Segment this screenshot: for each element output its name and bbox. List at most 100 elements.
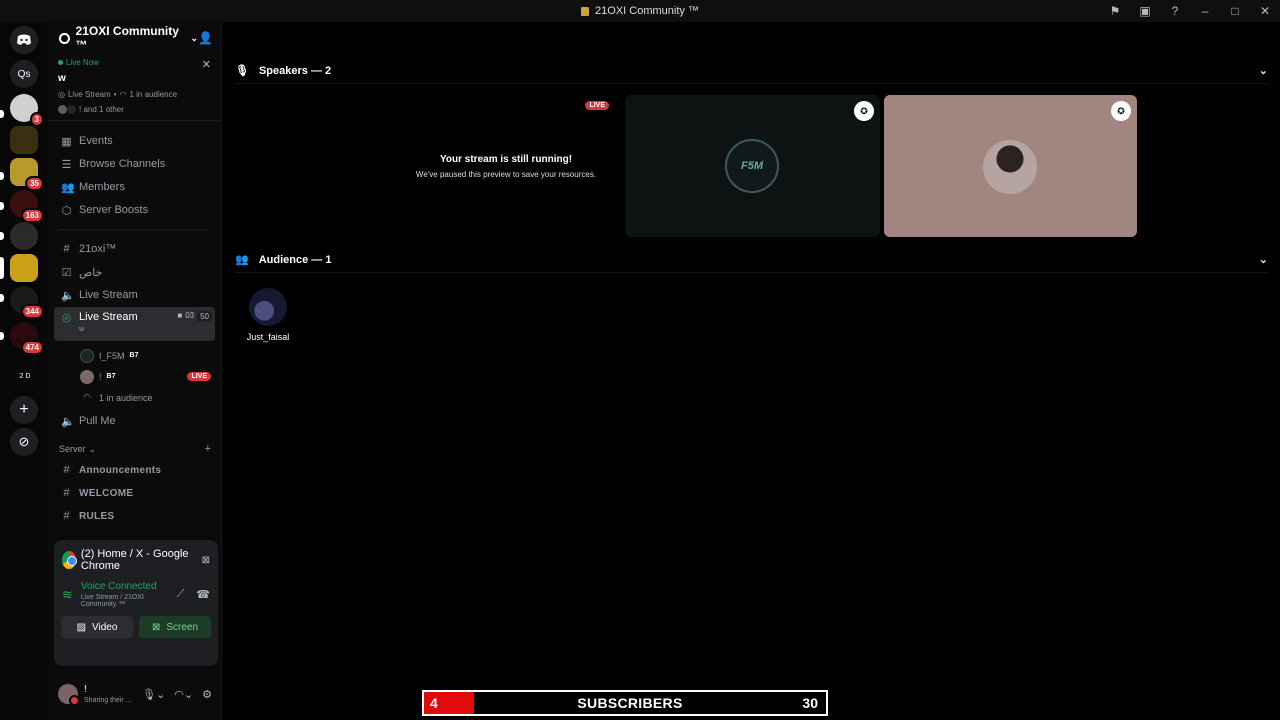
guild-icon[interactable]: Qs <box>10 60 38 88</box>
mention-badge: 3 <box>29 112 44 127</box>
unread-pill <box>0 294 4 302</box>
stage-title: w <box>58 73 66 84</box>
unread-pill <box>0 332 4 340</box>
unread-pill <box>0 110 4 118</box>
live-now-banner[interactable]: Live Now ✕ w ◎ Live Stream • ◠ 1 in audi… <box>48 54 221 121</box>
guild-icon[interactable]: 344 <box>10 286 44 319</box>
live-dot-icon <box>58 60 63 65</box>
live-badge: LIVE <box>585 101 609 110</box>
noise-suppression-icon[interactable]: ⟋ <box>177 588 185 601</box>
avatar[interactable] <box>58 684 80 706</box>
guild-icon[interactable] <box>10 126 38 154</box>
server-header[interactable]: 21OXI Community ™ ⌄ 👤 <box>48 22 221 54</box>
audience-member[interactable]: Just_faisal <box>247 288 289 342</box>
avatar <box>67 105 76 114</box>
avatar <box>58 105 67 114</box>
mention-badge: 474 <box>20 340 44 355</box>
guild-icon[interactable]: 474 <box>10 322 44 355</box>
avatar: F5M <box>725 139 779 193</box>
user-tag: B7 <box>129 352 139 359</box>
help-icon[interactable]: ? <box>1160 4 1190 18</box>
voice-user[interactable]: I_F5M B7 <box>54 345 215 366</box>
server-list: Qs 3 35 163 344 474 2 D + ⊘ <box>0 22 48 720</box>
minimize-button[interactable]: – <box>1190 4 1220 18</box>
hash-icon: # <box>63 510 70 522</box>
guild-icon[interactable] <box>10 254 38 282</box>
close-button[interactable]: ✕ <box>1250 4 1280 18</box>
speaker-tile[interactable]: ✪ <box>884 95 1137 237</box>
paused-stream-tile[interactable]: LIVE Your stream is still running! We've… <box>391 95 621 237</box>
screen-share-button[interactable]: ⊠ Screen <box>139 616 211 638</box>
user-tag: B7 <box>106 373 116 380</box>
speakers-header[interactable]: 🎙 Speakers — 2 ⌄ <box>235 58 1268 84</box>
create-channel-icon[interactable]: + <box>205 443 211 455</box>
channel-private[interactable]: ☑ خاص <box>54 261 215 283</box>
server-icon <box>581 6 590 16</box>
flag-icon[interactable]: ⚑ <box>1100 4 1130 18</box>
add-server-icon[interactable]: + <box>10 396 38 424</box>
invite-people-icon[interactable]: 👤 <box>198 31 213 45</box>
unread-pill <box>0 172 4 180</box>
guild-icon[interactable] <box>10 222 38 250</box>
nav-events[interactable]: ▦ Events <box>54 130 215 152</box>
channel-announcements[interactable]: # Announcements <box>54 459 215 481</box>
video-button[interactable]: ▨ Video <box>61 616 133 638</box>
inbox-icon[interactable]: ▣ <box>1130 4 1160 18</box>
avatar <box>80 369 94 384</box>
channel-rules[interactable]: # RULES <box>54 505 215 527</box>
chevron-down-icon: ⌄ <box>88 443 97 454</box>
subscriber-counter-overlay: 4 SUBSCRIBERS 30 <box>422 690 828 716</box>
stop-activity-icon[interactable]: ⊠ <box>202 555 210 566</box>
voice-user[interactable]: ! B7 LIVE <box>54 366 215 387</box>
chevron-down-icon[interactable]: ⌄ <box>1259 253 1268 266</box>
audience-header[interactable]: 👥 Audience — 1 ⌄ <box>235 247 1268 273</box>
channel-welcome[interactable]: # WELCOME <box>54 482 215 504</box>
avatar <box>249 288 287 326</box>
checkbox-icon: ☑ <box>61 266 72 279</box>
headphones-icon[interactable]: ◠⌄ <box>174 688 193 701</box>
list-icon: ☰ <box>61 158 72 171</box>
signal-icon[interactable]: ≋ <box>62 587 73 603</box>
mention-badge: 163 <box>20 208 44 223</box>
maximize-button[interactable]: □ <box>1220 4 1250 18</box>
microphone-icon[interactable]: 🎙⌄ <box>142 688 165 701</box>
channel-live-stream-active[interactable]: ◎ Live Stream w ■ 03 50 <box>54 307 215 341</box>
guild-icon[interactable]: 3 <box>10 94 44 127</box>
microphone-icon: 🎙 <box>235 65 249 77</box>
nav-server-boosts[interactable]: ⬡ Server Boosts <box>54 199 215 221</box>
hash-icon: # <box>63 487 70 499</box>
stage-icon: ◎ <box>61 312 72 324</box>
channel-live-stream[interactable]: 🔈 Live Stream <box>54 284 215 306</box>
window-title: 21OXI Community ™ <box>581 5 699 17</box>
nav-browse-channels[interactable]: ☰ Browse Channels <box>54 153 215 175</box>
chevron-down-icon[interactable]: ⌄ <box>1259 64 1268 77</box>
boost-icon: ⬡ <box>61 204 72 217</box>
unread-pill <box>0 202 4 210</box>
broadcast-icon: ◎ <box>58 90 65 99</box>
hash-icon: # <box>63 243 70 255</box>
channel-21oxi[interactable]: #21oxi™ <box>54 238 215 260</box>
audience-count[interactable]: ◠ 1 in audience <box>54 387 215 408</box>
chevron-down-icon: ⌄ <box>190 32 199 43</box>
speaker-tile[interactable]: ✪ F5M <box>625 95 880 237</box>
channel-pull-me[interactable]: 🔈 Pull Me <box>54 410 215 432</box>
close-icon[interactable]: ✕ <box>202 58 211 71</box>
user-panel: ! Sharing their ... 🎙⌄ ◠⌄ ⚙ <box>48 668 222 720</box>
gear-icon[interactable]: ⚙ <box>202 688 212 701</box>
activity-row: (2) Home / X - Google Chrome ⊠ <box>54 540 218 572</box>
disconnect-icon[interactable]: ☎ <box>196 588 210 601</box>
guild-icon[interactable]: 163 <box>10 190 44 223</box>
stage-view: 🎙 Speakers — 2 ⌄ LIVE Your stream is sti… <box>223 22 1280 720</box>
category-server[interactable]: Server ⌄ + <box>54 440 215 458</box>
video-icon: ■ <box>177 311 183 320</box>
discord-home-icon[interactable] <box>10 26 38 54</box>
mention-badge: 344 <box>20 304 44 319</box>
discover-icon[interactable]: ⊘ <box>10 428 38 456</box>
title-bar: 21OXI Community ™ ⚑ ▣ ? – □ ✕ <box>0 0 1280 22</box>
nav-members[interactable]: 👥 Members <box>54 176 215 198</box>
video-off-icon: ▨ <box>76 621 87 633</box>
guild-icon[interactable]: 35 <box>10 158 44 191</box>
avatar <box>983 140 1037 194</box>
crown-icon: ✪ <box>854 101 874 121</box>
guild-folder[interactable]: 2 D <box>10 362 40 390</box>
